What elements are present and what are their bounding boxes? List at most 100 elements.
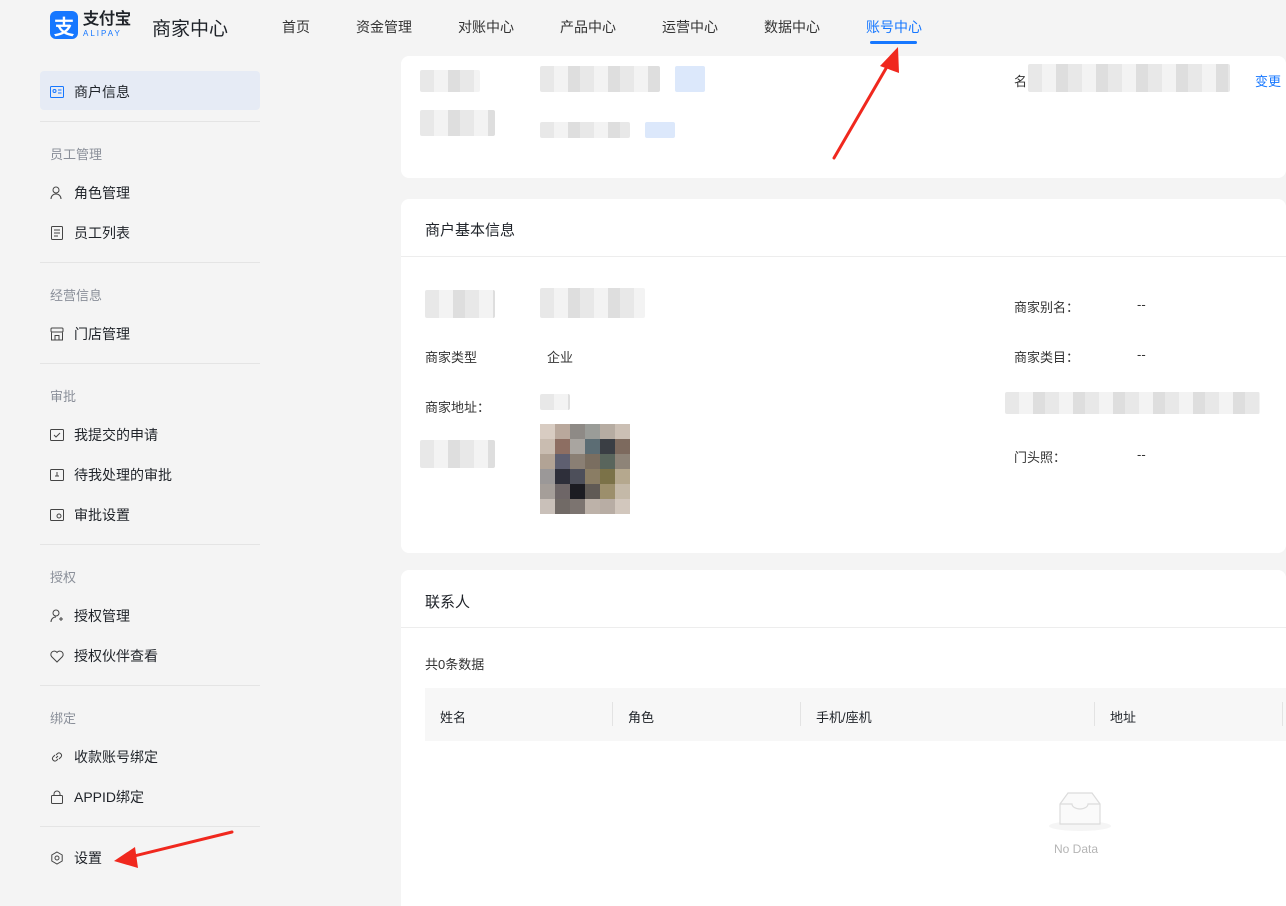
app-title: 商家中心 bbox=[152, 19, 229, 40]
logo-text-en: ALIPAY bbox=[83, 29, 122, 38]
mosaic-tile bbox=[555, 499, 570, 514]
no-data-text: No Data bbox=[1054, 842, 1099, 856]
sidebar-item-label: 设置 bbox=[74, 850, 102, 866]
basic-info-title: 商户基本信息 bbox=[425, 222, 516, 239]
nav-home[interactable]: 首页 bbox=[282, 17, 310, 37]
mosaic-tile bbox=[570, 424, 585, 439]
sidebar-item-staff-list[interactable]: 员工列表 bbox=[50, 223, 130, 243]
redacted-photo-thumbnail[interactable] bbox=[540, 424, 630, 514]
mosaic-tile bbox=[585, 499, 600, 514]
mosaic-tile bbox=[585, 424, 600, 439]
sidebar-item-role-mgmt[interactable]: 角色管理 bbox=[50, 183, 130, 203]
sidebar-item-pending-approvals[interactable]: 待我处理的审批 bbox=[50, 465, 172, 485]
store-icon bbox=[50, 327, 64, 341]
merchant-type-value: 企业 bbox=[547, 350, 574, 365]
mosaic-tile bbox=[600, 454, 615, 469]
sidebar-item-label: 门店管理 bbox=[74, 326, 130, 342]
sidebar-divider bbox=[40, 685, 260, 686]
redacted-name-value bbox=[1028, 64, 1230, 92]
mosaic-tile bbox=[555, 469, 570, 484]
sidebar-group-binding: 绑定 bbox=[50, 711, 77, 726]
mosaic-tile bbox=[540, 484, 555, 499]
storefront-label: 门头照： bbox=[1014, 450, 1067, 465]
mosaic-tile bbox=[555, 484, 570, 499]
name-label: 名 bbox=[1014, 74, 1028, 89]
submitted-request-icon bbox=[50, 428, 64, 442]
mosaic-tile bbox=[585, 439, 600, 454]
column-separator bbox=[612, 702, 613, 726]
sidebar-item-label: 审批设置 bbox=[74, 507, 130, 523]
sidebar-divider bbox=[40, 121, 260, 122]
card-divider bbox=[401, 627, 1286, 628]
merchant-address-label: 商家地址： bbox=[425, 400, 491, 415]
sidebar-divider bbox=[40, 262, 260, 263]
mosaic-tile bbox=[540, 499, 555, 514]
contacts-title: 联系人 bbox=[425, 594, 471, 611]
redacted-phone-link bbox=[645, 122, 675, 138]
empty-inbox-icon bbox=[1048, 790, 1112, 835]
sidebar-item-label: 商户信息 bbox=[74, 84, 130, 100]
redacted-photo-label bbox=[420, 440, 495, 468]
pending-approval-icon bbox=[50, 468, 64, 482]
heart-icon bbox=[50, 649, 64, 663]
mosaic-tile bbox=[570, 499, 585, 514]
mosaic-tile bbox=[600, 469, 615, 484]
contacts-table-header: 姓名 角色 手机/座机 地址 bbox=[425, 688, 1286, 741]
merchant-alias-value: -- bbox=[1137, 297, 1146, 312]
nav-operations[interactable]: 运营中心 bbox=[662, 17, 718, 37]
gear-icon bbox=[50, 851, 64, 865]
alipay-logo-icon: 支 bbox=[50, 11, 78, 39]
column-separator bbox=[800, 702, 801, 726]
sidebar-item-label: 角色管理 bbox=[74, 185, 130, 201]
nav-data[interactable]: 数据中心 bbox=[764, 17, 820, 37]
mosaic-tile bbox=[615, 454, 630, 469]
storefront-value: -- bbox=[1137, 447, 1146, 462]
mosaic-tile bbox=[585, 469, 600, 484]
sidebar-item-auth-partners[interactable]: 授权伙伴查看 bbox=[50, 646, 158, 666]
mosaic-tile bbox=[570, 439, 585, 454]
mosaic-tile bbox=[540, 469, 555, 484]
nav-products[interactable]: 产品中心 bbox=[560, 17, 616, 37]
column-separator bbox=[1094, 702, 1095, 726]
nav-account-center[interactable]: 账号中心 bbox=[866, 17, 922, 37]
sidebar-item-settings[interactable]: 设置 bbox=[50, 848, 102, 868]
column-header-role[interactable]: 角色 bbox=[628, 707, 654, 726]
sidebar-item-label: 收款账号绑定 bbox=[74, 749, 158, 765]
merchant-type-label: 商家类型 bbox=[425, 350, 478, 365]
alipay-logo[interactable]: 支 支付宝 ALIPAY bbox=[50, 11, 131, 39]
merchant-alias-label: 商家别名： bbox=[1014, 300, 1080, 315]
sidebar-item-auth-mgmt[interactable]: 授权管理 bbox=[50, 606, 130, 626]
merchant-category-value: -- bbox=[1137, 347, 1146, 362]
sidebar-item-label: APPID绑定 bbox=[74, 789, 145, 805]
redacted-account-label bbox=[420, 70, 480, 92]
list-doc-icon bbox=[50, 226, 64, 240]
redacted-license-row bbox=[1005, 392, 1260, 414]
redacted-account-value bbox=[540, 66, 660, 92]
sidebar-group-staff: 员工管理 bbox=[50, 147, 103, 162]
column-header-phone[interactable]: 手机/座机 bbox=[816, 707, 872, 726]
sidebar-divider bbox=[40, 363, 260, 364]
mosaic-tile bbox=[555, 454, 570, 469]
mosaic-tile bbox=[555, 439, 570, 454]
sidebar-item-approval-settings[interactable]: 审批设置 bbox=[50, 505, 130, 525]
sidebar-group-approval: 审批 bbox=[50, 389, 77, 404]
link-icon bbox=[50, 750, 64, 764]
arrow-to-settings bbox=[114, 830, 234, 868]
sidebar-item-label: 待我处理的审批 bbox=[74, 467, 172, 483]
id-card-icon bbox=[50, 85, 64, 99]
basic-info-card bbox=[401, 199, 1286, 553]
nav-funds[interactable]: 资金管理 bbox=[356, 17, 412, 37]
column-header-address[interactable]: 地址 bbox=[1110, 707, 1136, 726]
redacted-phone-value bbox=[540, 122, 630, 138]
sidebar-item-store-mgmt[interactable]: 门店管理 bbox=[50, 324, 130, 344]
nav-reconciliation[interactable]: 对账中心 bbox=[458, 17, 514, 37]
sidebar-item-payment-binding[interactable]: 收款账号绑定 bbox=[50, 747, 158, 767]
sidebar-item-merchant-info[interactable]: 商户信息 bbox=[50, 82, 130, 102]
column-header-name[interactable]: 姓名 bbox=[440, 707, 466, 726]
mosaic-tile bbox=[600, 499, 615, 514]
mosaic-tile bbox=[615, 424, 630, 439]
change-link[interactable]: 变更 bbox=[1255, 71, 1281, 90]
sidebar-item-my-requests[interactable]: 我提交的申请 bbox=[50, 425, 158, 445]
redacted-merchant-name-label bbox=[425, 290, 495, 318]
sidebar-item-appid-binding[interactable]: APPID绑定 bbox=[50, 787, 144, 807]
